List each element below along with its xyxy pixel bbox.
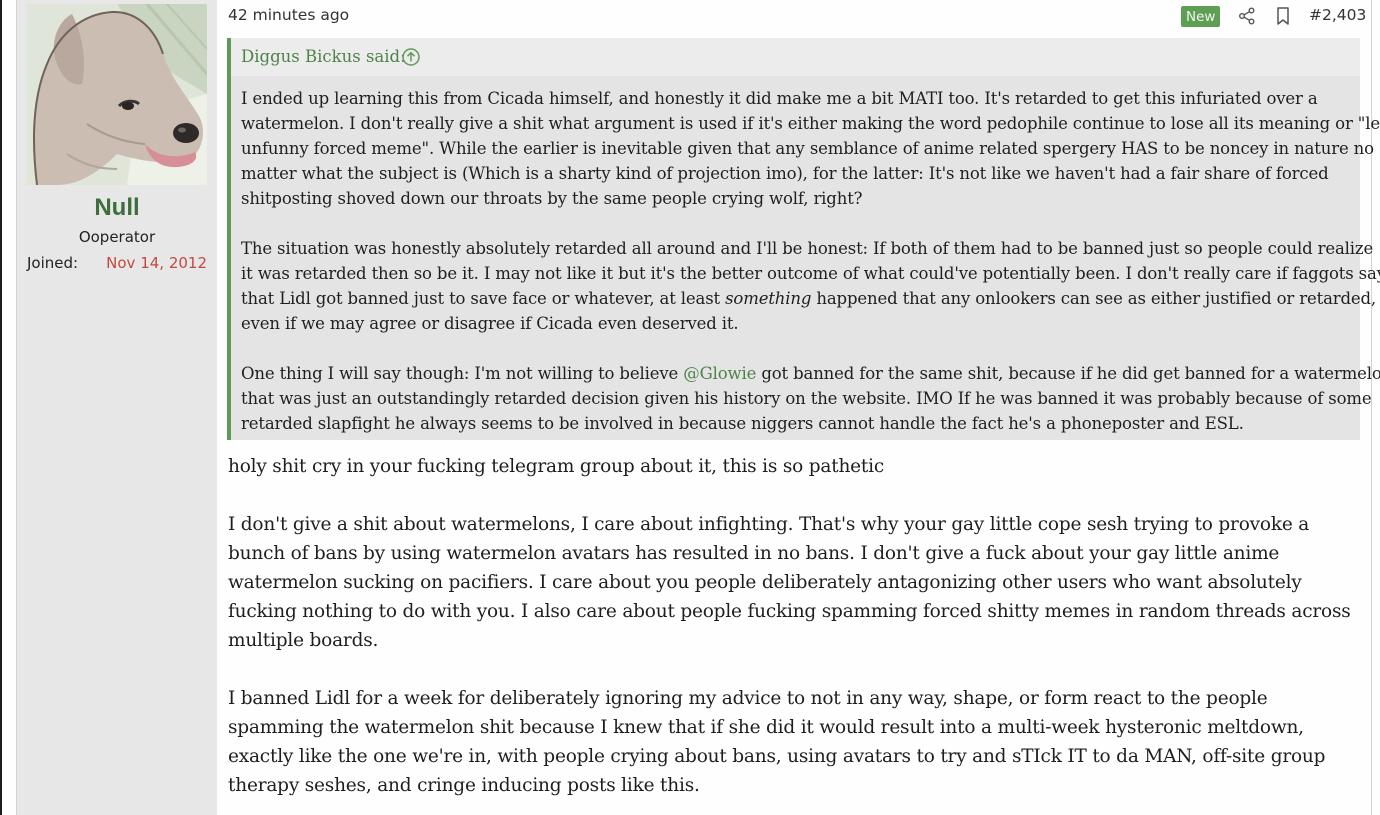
bookmark-icon[interactable] [1273, 6, 1293, 26]
quote-line: I ended up learning this from Cicada him… [241, 89, 1318, 108]
post-line: spamming the watermelon shit because I k… [228, 717, 1304, 738]
joined-date: Nov 14, 2012 [106, 254, 207, 272]
quote-line: that Lidl got banned just to save face o… [241, 286, 1376, 311]
joined-label: Joined: [27, 254, 79, 272]
post-line: I don't give a shit about watermelons, I… [228, 514, 1310, 535]
share-icon[interactable] [1237, 6, 1257, 26]
post-line: bunch of bans by using watermelon avatar… [228, 543, 1280, 564]
post-line: multiple boards. [228, 630, 379, 651]
quote-line: retarded slapfight he always seems to be… [241, 414, 1244, 433]
post-line: fucking nothing to do with you. I also c… [228, 601, 1351, 622]
user-mention-link[interactable]: @Glowie [683, 364, 756, 383]
post-line: I banned Lidl for a week for deliberatel… [228, 688, 1268, 709]
username[interactable]: Null [17, 194, 217, 222]
post-line: exactly like the one we're in, with peop… [228, 746, 1326, 767]
quote-header: Diggus Bickus said: [231, 38, 1360, 76]
quote-text: happened that any onlookers can see as e… [811, 289, 1377, 308]
post-line: therapy seshes, and cringe inducing post… [228, 775, 700, 796]
post-timestamp[interactable]: 42 minutes ago [228, 6, 349, 24]
quote-block: Diggus Bickus said: I ended up learning … [227, 38, 1380, 440]
quote-line: that was just an outstandingly retarded … [241, 389, 1372, 408]
quote-text: that Lidl got banned just to save face o… [241, 289, 726, 308]
post-line: holy shit cry in your fucking telegram g… [228, 456, 885, 477]
quote-text: got banned for the same shit, because if… [756, 364, 1380, 383]
post-line: watermelon sucking on pacifiers. I care … [228, 572, 1302, 593]
quote-line: shitposting shoved down our throats by t… [241, 189, 863, 208]
emphasis-text: something [725, 289, 812, 308]
user-cell: Null Ooperator Joined: Nov 14, 2012 [17, 0, 217, 815]
quote-line: matter what the subject is (Which is a s… [241, 164, 1329, 183]
quote-text: One thing I will say though: I'm not wil… [241, 364, 684, 383]
quote-author[interactable]: Diggus Bickus said: [241, 47, 406, 66]
user-title: Ooperator [78, 228, 156, 246]
quote-line: even if we may agree or disagree if Cica… [241, 314, 739, 333]
window-edge [0, 0, 2, 815]
new-badge: New [1181, 6, 1221, 27]
quote-line: One thing I will say though: I'm not wil… [241, 361, 1380, 386]
arrow-up-circle-icon[interactable] [401, 47, 421, 67]
post-number-link[interactable]: #2,403 [1309, 6, 1366, 24]
post-body: holy shit cry in your fucking telegram g… [228, 452, 1368, 800]
quote-line: watermelon. I don't really give a shit w… [241, 114, 1380, 133]
quote-line: it was retarded then so be it. I may not… [241, 264, 1380, 283]
page: Null Ooperator Joined: Nov 14, 2012 42 m… [0, 0, 1380, 815]
quote-line: unfunny forced meme". While the earlier … [241, 139, 1374, 158]
avatar[interactable] [27, 4, 207, 185]
quote-line: The situation was honestly absolutely re… [241, 239, 1374, 258]
quote-body: I ended up learning this from Cicada him… [241, 86, 1380, 436]
forum-post: Null Ooperator Joined: Nov 14, 2012 42 m… [16, 0, 1380, 815]
